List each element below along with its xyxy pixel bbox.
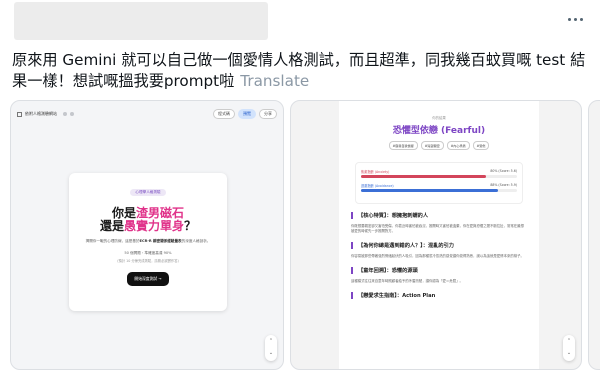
scroll-controls[interactable]: ⌃ ⌄ [265, 335, 277, 361]
result-tag: #內心矛盾 [446, 141, 470, 150]
section-heading: 【戀愛求生指南】：Action Plan [351, 292, 527, 299]
section-body: 這種模式往往來自童年時照顧者給予的矛盾訊號，讓你認為「愛＝危險」。 [351, 279, 463, 283]
quiz-landing-card: 心理學人格測驗 你是渣男磁石 還是愚實力單身？ 揭開你一戰的心理防線，這是基於E… [69, 173, 227, 311]
result-tag: #容易自我懷疑 [388, 141, 418, 150]
headline-text: ？ [184, 219, 197, 233]
menu-icon[interactable] [17, 111, 22, 117]
post-image-1[interactable]: 依附人格測驗網站 程式碼 預覽 分享 心理學人格測驗 你是渣男磁石 還是愚實力單… [10, 100, 284, 370]
quiz-stat-note: (預計 10 分鐘完成測驗，請務必誠實作答) [117, 259, 179, 263]
headline-text: 你是 [111, 206, 136, 220]
category-pill: 心理學人格測驗 [130, 189, 166, 196]
quiz-stat: 50 個問題・準確度高達 90% [124, 251, 172, 255]
result-document: 你的結果 恐懼型依戀 (Fearful) #容易自我懷疑 #渴望親密 #內心矛盾… [339, 101, 539, 369]
anxiety-label: 焦慮指數 (Anxiety) [361, 170, 390, 174]
avoidance-value: 88% (Score: 5.9) [490, 183, 517, 187]
post-image-3[interactable] [588, 100, 600, 370]
start-test-button[interactable]: 開始深度測試 → [127, 272, 169, 286]
redo-icon[interactable] [70, 112, 74, 116]
result-tags: #容易自我懷疑 #渴望親密 #內心矛盾 #受傷 [339, 141, 539, 150]
headline-text: 還是 [99, 219, 124, 233]
more-options-icon[interactable] [566, 14, 584, 24]
anxiety-bar-fill [361, 175, 486, 178]
app-title: 依附人格測驗網站 [25, 111, 57, 116]
anxiety-value: 80% (Score: 5.6) [490, 169, 517, 173]
translate-link[interactable]: Translate [240, 72, 309, 90]
anxiety-track [361, 175, 517, 178]
post-text: 原來用 Gemini 就可以自己做一個愛情人格測試，而且超準，同我幾百蚊買嘅 t… [12, 50, 588, 92]
section-heading: 【為何你總是遇到錯的人？】：混亂的引力 [351, 242, 527, 249]
result-small-label: 你的結果 [432, 116, 446, 120]
scroll-controls[interactable]: ⌃ ⌄ [563, 335, 575, 361]
app-toolbar: 依附人格測驗網站 程式碼 預覽 分享 [17, 107, 277, 121]
result-title: 恐懼型依戀 (Fearful) [392, 126, 486, 136]
quiz-subtitle: 揭開你一戰的心理防線，這是基於ECR-R 親密關係經驗量表的深度人格剖析。 [85, 239, 211, 243]
share-button[interactable]: 分享 [259, 109, 277, 119]
section-body: 你既想要親密卻又害怕受傷，你靠近時害怕被吞沒，推開時又害怕被遺棄，你在愛與恐懼之… [351, 224, 524, 233]
post-image-2[interactable]: 你的結果 恐懼型依戀 (Fearful) #容易自我懷疑 #渴望親密 #內心矛盾… [290, 100, 582, 370]
preview-button[interactable]: 預覽 [238, 109, 256, 119]
avoidance-track [361, 189, 517, 192]
quiz-headline: 你是渣男磁石 還是愚實力單身？ [69, 207, 227, 233]
avoidance-bar-fill [361, 189, 499, 192]
undo-icon[interactable] [63, 112, 67, 116]
result-tag: #受傷 [472, 141, 490, 150]
blurred-author-header [14, 2, 268, 40]
headline-highlight: 愚實力單身 [123, 219, 184, 233]
section-heading: 【核心特質】：想擁抱刺蝟的人 [351, 212, 527, 219]
section-body: 你容易被那些帶著強烈情緒起伏的人吸引，因為那種忽冷忽熱的感覺讓你覺得熟悉，誤以為… [351, 254, 524, 258]
result-tag: #渴望親密 [420, 141, 444, 150]
code-button[interactable]: 程式碼 [213, 109, 235, 119]
avoidance-label: 迴避指數 (Avoidance) [361, 184, 394, 188]
headline-highlight: 渣男磁石 [136, 206, 185, 220]
section-heading: 【童年回溯】：恐懼的源頭 [351, 267, 527, 274]
score-bars: 焦慮指數 (Anxiety) 80% (Score: 5.6) 迴避指數 (Avo… [355, 162, 523, 204]
